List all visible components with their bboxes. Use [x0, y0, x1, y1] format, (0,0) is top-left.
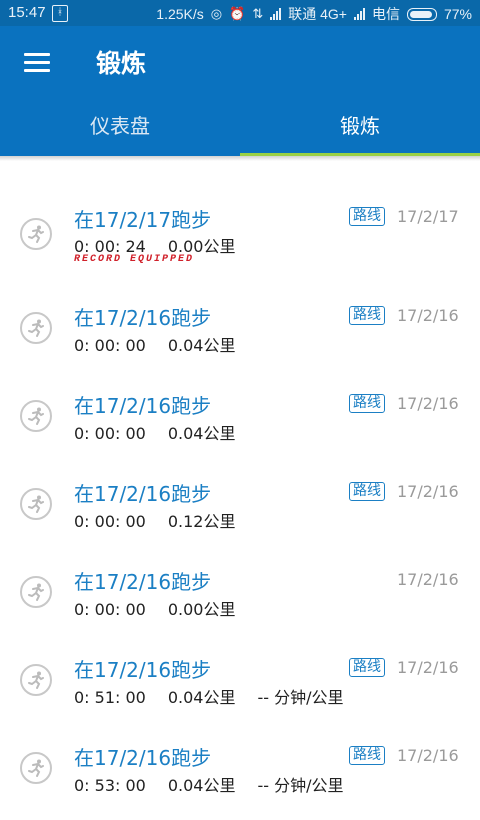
workout-title: 在17/2/16跑步	[74, 658, 212, 682]
workout-distance: 0.04公里	[167, 336, 236, 355]
workout-date: 17/2/16	[397, 570, 459, 589]
workout-stats: 0: 00: 00 0.04公里	[74, 420, 258, 444]
route-badge: 路线	[349, 306, 385, 325]
tab-workouts[interactable]: 锻炼	[240, 100, 480, 156]
workout-item[interactable]: 在17/2/17跑步 0: 00: 24 0.00公里 RECORD EQUIPP…	[0, 194, 480, 282]
route-badge: 路线	[349, 658, 385, 677]
signal-icon	[270, 8, 282, 20]
workout-stats: 0: 00: 00 0.12公里	[74, 508, 258, 532]
workout-date: 17/2/16	[397, 482, 459, 501]
battery-icon	[406, 7, 437, 21]
running-icon	[20, 400, 52, 432]
record-equipped-logo: RECORD EQUIPPED	[74, 254, 195, 265]
workout-distance: 0.04公里	[167, 424, 236, 443]
workout-item[interactable]: 在17/2/16跑步 0: 51: 00 0.04公里 -- 分钟/公里 路线 17…	[0, 644, 480, 732]
running-icon	[20, 312, 52, 344]
notification-icon: ᚼ	[52, 5, 68, 22]
app-bar: 锻炼 仪表盘 锻炼	[0, 26, 480, 156]
workout-stats: 0: 51: 00 0.04公里 -- 分钟/公里	[74, 684, 344, 708]
workout-date: 17/2/17	[397, 207, 459, 226]
workout-item[interactable]: 在17/2/16跑步 0: 00: 00 0.12公里 路线 17/2/16	[0, 468, 480, 556]
workout-title: 在17/2/16跑步	[74, 482, 212, 506]
sync-icon: ◎	[210, 6, 223, 21]
workout-date: 17/2/16	[397, 394, 459, 413]
workout-item[interactable]: 在17/2/16跑步 0: 00: 00 0.04公里 路线 17/2/16	[0, 380, 480, 468]
workout-date: 17/2/16	[397, 306, 459, 325]
workout-item[interactable]: 在17/2/16跑步 0: 53: 00 0.04公里 -- 分钟/公里 路线 17…	[0, 732, 480, 820]
workout-item[interactable]: 在17/2/16跑步 0: 00: 00 0.04公里 路线 17/2/16	[0, 292, 480, 380]
workout-stats: 0: 00: 00 0.04公里	[74, 332, 258, 356]
status-bar: 15:47 ᚼ 1.25K/s ◎ ⏰ ⇅ 联通 4G+ 电信 77%	[0, 0, 480, 26]
workout-distance: 0.04公里	[167, 776, 236, 795]
route-badge: 路线	[349, 394, 385, 413]
workout-duration: 0: 51: 00	[74, 688, 146, 707]
running-icon	[20, 218, 52, 250]
running-icon	[20, 664, 52, 696]
workout-stats: 0: 53: 00 0.04公里 -- 分钟/公里	[74, 772, 344, 796]
workout-distance: 0.12公里	[167, 512, 236, 531]
workout-duration: 0: 00: 00	[74, 336, 146, 355]
running-icon	[20, 488, 52, 520]
carrier-1: 联通 4G+	[288, 6, 347, 22]
menu-icon[interactable]	[24, 53, 50, 73]
status-time: 15:47	[8, 4, 46, 21]
running-icon	[20, 752, 52, 784]
route-badge: 路线	[349, 207, 385, 226]
network-speed: 1.25K/s	[156, 6, 204, 22]
battery-level: 77%	[443, 6, 472, 22]
workout-title: 在17/2/16跑步	[74, 394, 212, 418]
workout-distance: 0.00公里	[167, 600, 236, 619]
workout-title: 在17/2/17跑步	[74, 208, 212, 232]
workout-title: 在17/2/16跑步	[74, 746, 212, 770]
route-badge: 路线	[349, 746, 385, 765]
workout-duration: 0: 53: 00	[74, 776, 146, 795]
running-icon	[20, 576, 52, 608]
workout-date: 17/2/16	[397, 658, 459, 677]
workout-title: 在17/2/16跑步	[74, 570, 212, 594]
workout-item[interactable]: 在17/2/16跑步 0: 00: 00 0.00公里 17/2/16	[0, 556, 480, 644]
page-title: 锻炼	[96, 49, 147, 78]
carrier-2: 电信	[371, 6, 400, 22]
signal-icon-2	[353, 8, 365, 20]
workout-date: 17/2/16	[397, 746, 459, 765]
workout-pace: -- 分钟/公里	[257, 776, 344, 795]
workout-pace: -- 分钟/公里	[257, 688, 344, 707]
tab-bar: 仪表盘 锻炼	[0, 100, 480, 156]
workout-duration: 0: 00: 00	[74, 424, 146, 443]
workout-duration: 0: 00: 00	[74, 512, 146, 531]
workout-duration: 0: 00: 00	[74, 600, 146, 619]
alarm-icon: ⏰	[229, 6, 246, 21]
tab-dashboard[interactable]: 仪表盘	[0, 100, 240, 156]
status-right: 1.25K/s ◎ ⏰ ⇅ 联通 4G+ 电信 77%	[156, 4, 472, 24]
data-transfer-icon: ⇅	[252, 6, 264, 21]
workout-stats: 0: 00: 00 0.00公里	[74, 596, 258, 620]
workout-distance: 0.04公里	[167, 688, 236, 707]
workout-title: 在17/2/16跑步	[74, 306, 212, 330]
route-badge: 路线	[349, 482, 385, 501]
app-bar-shadow	[0, 156, 480, 161]
